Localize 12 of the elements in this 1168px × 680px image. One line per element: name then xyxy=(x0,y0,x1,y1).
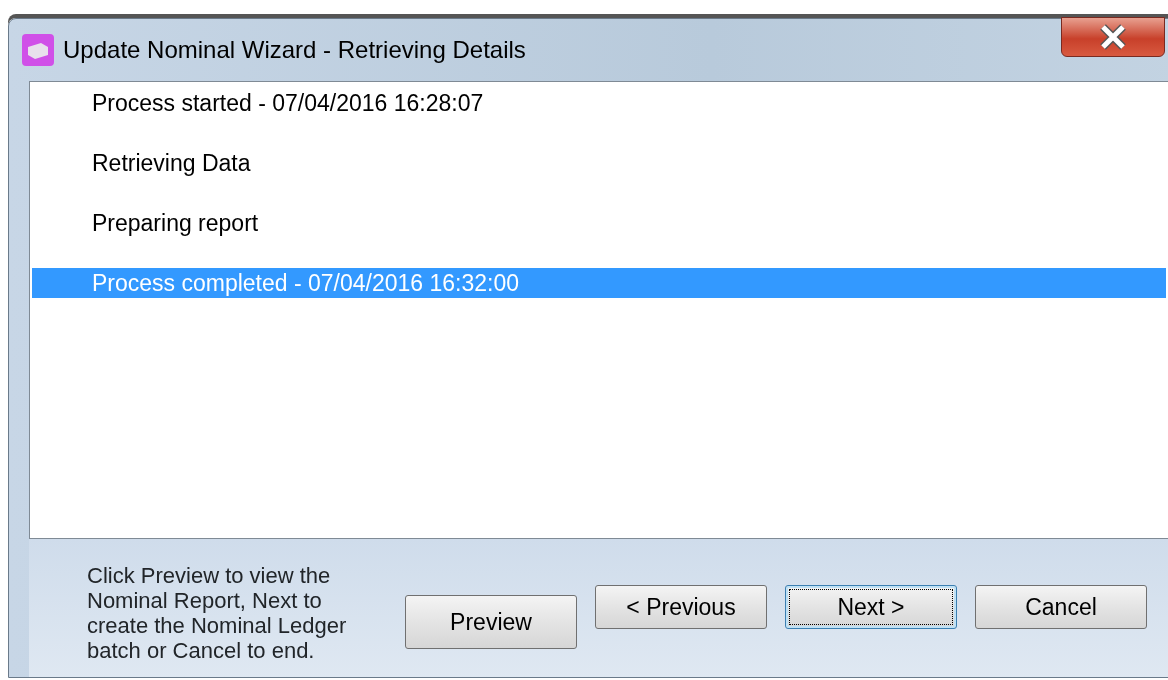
close-icon xyxy=(1098,24,1128,50)
log-entry[interactable]: Preparing report xyxy=(32,208,1166,238)
log-entry[interactable]: Retrieving Data xyxy=(32,148,1166,178)
wizard-button[interactable]: < Previous xyxy=(595,585,767,629)
wizard-button[interactable]: Next > xyxy=(785,585,957,629)
close-button[interactable] xyxy=(1061,17,1165,57)
instructions-text: Click Preview to view the Nominal Report, Next to create the Nominal Ledger batch or Cancel to end. xyxy=(87,563,348,663)
wizard-button[interactable]: Preview xyxy=(405,595,577,649)
log-entry[interactable]: Process started - 07/04/2016 16:28:07 xyxy=(32,88,1166,118)
window-title: Update Nominal Wizard - Retrieving Details xyxy=(63,35,526,65)
app-icon xyxy=(21,33,55,67)
wizard-button[interactable]: Cancel xyxy=(975,585,1147,629)
